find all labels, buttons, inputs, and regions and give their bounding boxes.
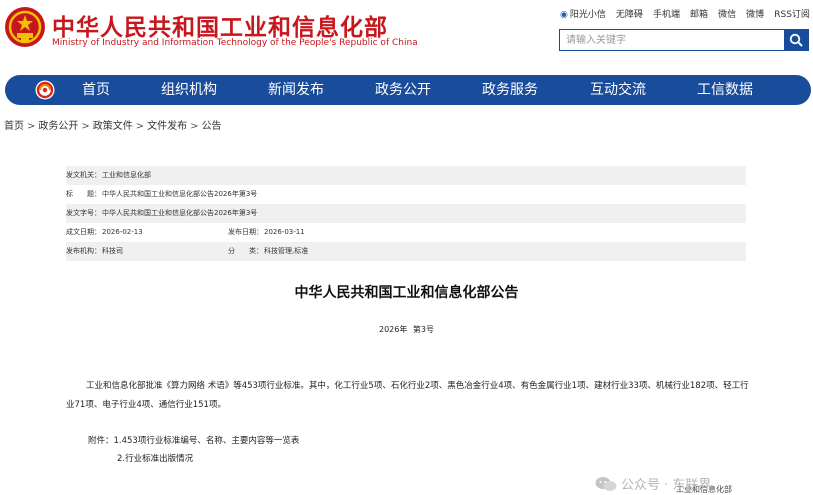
attachment-1[interactable]: 附件：1.453项行业标准编号、名称、主要内容等一览表 (88, 434, 299, 446)
search-icon (789, 33, 803, 47)
wechat-icon (595, 477, 617, 491)
nav-home[interactable]: 首页 (82, 75, 110, 105)
toplink-sunshine-label: 阳光小信 (569, 10, 606, 20)
site-header: 中华人民共和国工业和信息化部 Ministry of Industry and … (0, 0, 813, 72)
national-emblem-icon (5, 7, 45, 47)
created-label: 成文日期： (66, 228, 101, 236)
meta-row-docno: 发文字号： 中华人民共和国工业和信息化部公告2026年第3号 (66, 204, 746, 223)
toplink-rss[interactable]: RSS订阅 (774, 7, 810, 21)
docno-value: 中华人民共和国工业和信息化部公告2026年第3号 (102, 209, 258, 217)
watermark-text: 公众号 · 东联界 (621, 478, 712, 493)
document-number: 2026年 第3号 (379, 325, 434, 334)
nav-government-affairs[interactable]: 政务公开 (375, 75, 431, 105)
sunshine-icon: ◉ (560, 10, 568, 20)
breadcrumb-doc-release[interactable]: 文件发布 (147, 121, 187, 132)
toplink-accessibility[interactable]: 无障碍 (616, 7, 643, 21)
site-title[interactable]: 中华人民共和国工业和信息化部 (52, 8, 388, 42)
issuer-label: 发文机关： (66, 171, 101, 179)
title-value: 中华人民共和国工业和信息化部公告2026年第3号 (102, 190, 258, 198)
breadcrumb-government-affairs[interactable]: 政务公开 (38, 121, 78, 132)
meta-row-agency: 发布机构： 科技司 分 类： 科技管理,标准 (66, 242, 746, 261)
breadcrumb: 首页 > 政务公开 > 政策文件 > 文件发布 > 公告 (4, 117, 222, 132)
search-input[interactable] (560, 30, 784, 50)
document-meta-table: 发文机关： 工业和信息化部 标 题： 中华人民共和国工业和信息化部公告2026年… (66, 166, 746, 261)
attachment-2[interactable]: 2.行业标准出版情况 (117, 452, 193, 464)
docno-label: 发文字号： (66, 209, 101, 217)
created-value: 2026-02-13 (102, 228, 143, 236)
toplink-mail[interactable]: 邮箱 (690, 7, 708, 21)
toplink-wechat[interactable]: 微信 (718, 7, 736, 21)
toplink-sunshine[interactable]: ◉ 阳光小信 (560, 7, 606, 21)
site-title-english: Ministry of Industry and Information Tec… (52, 38, 418, 48)
nav-data[interactable]: 工信数据 (697, 75, 753, 105)
published-value: 2026-03-11 (264, 228, 305, 236)
toplink-mobile[interactable]: 手机端 (653, 7, 680, 21)
nav-interaction[interactable]: 互动交流 (590, 75, 646, 105)
meta-row-title: 标 题： 中华人民共和国工业和信息化部公告2026年第3号 (66, 185, 746, 204)
breadcrumb-home[interactable]: 首页 (4, 121, 24, 132)
issuer-value: 工业和信息化部 (102, 171, 151, 179)
agency-value: 科技司 (102, 247, 123, 255)
meta-row-dates: 成文日期： 2026-02-13 发布日期： 2026-03-11 (66, 223, 746, 242)
breadcrumb-separator: > (81, 121, 90, 132)
breadcrumb-policy-docs[interactable]: 政策文件 (93, 121, 133, 132)
main-nav: 首页 组织机构 新闻发布 政务公开 政务服务 互动交流 工信数据 (5, 75, 811, 105)
breadcrumb-separator: > (27, 121, 36, 132)
search-box (559, 29, 809, 51)
breadcrumb-separator: > (190, 121, 199, 132)
watermark: 公众号 · 东联界 (595, 474, 813, 493)
agency-label: 发布机构： (66, 247, 101, 255)
miit-logo-icon[interactable] (35, 80, 55, 100)
title-label: 标 题： (66, 190, 101, 198)
top-links: ◉ 阳光小信 无障碍 手机端 邮箱 微信 微博 RSS订阅 (560, 7, 810, 21)
nav-organization[interactable]: 组织机构 (161, 75, 217, 105)
published-label: 发布日期： (228, 228, 263, 236)
toplink-weibo[interactable]: 微博 (746, 7, 764, 21)
breadcrumb-announcement[interactable]: 公告 (202, 121, 222, 132)
document-title: 中华人民共和国工业和信息化部公告 (294, 285, 519, 301)
category-value: 科技管理,标准 (264, 247, 309, 255)
document-paragraph: 工业和信息化部批准《算力网络 术语》等453项行业标准。其中，化工行业5项、石化… (66, 381, 749, 410)
nav-services[interactable]: 政务服务 (482, 75, 538, 105)
category-label: 分 类： (228, 247, 263, 255)
nav-news[interactable]: 新闻发布 (268, 75, 324, 105)
search-button[interactable] (784, 30, 808, 50)
meta-row-issuer: 发文机关： 工业和信息化部 (66, 166, 746, 185)
breadcrumb-separator: > (135, 121, 145, 132)
